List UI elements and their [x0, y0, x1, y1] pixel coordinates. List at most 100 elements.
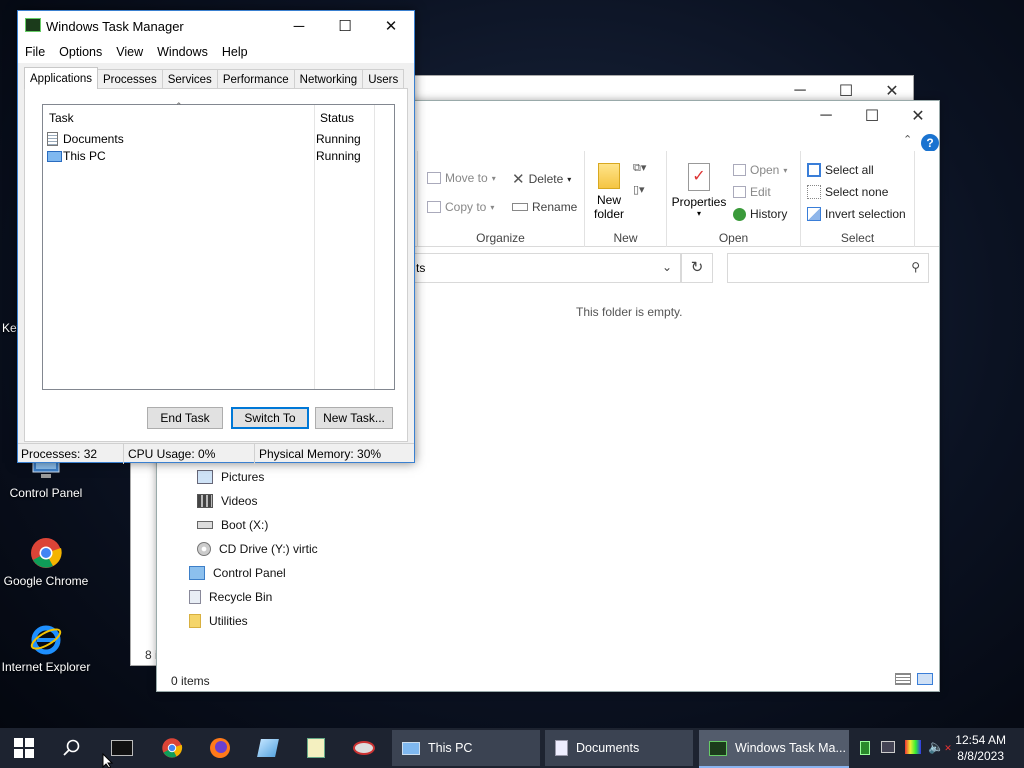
- invert-selection-button[interactable]: Invert selection: [807, 207, 906, 221]
- desktop-icon-label: Control Panel: [9, 486, 83, 500]
- new-item-icon[interactable]: ⧉▾: [633, 161, 655, 177]
- large-icons-view-icon[interactable]: [917, 673, 933, 685]
- minimize-button[interactable]: ─: [276, 11, 322, 41]
- menu-view[interactable]: View: [109, 45, 150, 59]
- tab-applications[interactable]: Applications: [24, 67, 99, 89]
- table-row[interactable]: Documents Running: [47, 131, 387, 147]
- search-icon: ⚲: [911, 260, 920, 274]
- this-pc-icon: [47, 150, 62, 162]
- chevron-down-icon[interactable]: ⌄: [662, 260, 672, 274]
- switch-to-button[interactable]: Switch To: [231, 407, 309, 429]
- applications-panel: ⌃ Task Status Documents Running This PC …: [24, 88, 408, 442]
- tab-processes[interactable]: Processes: [97, 69, 163, 89]
- rename-icon: [512, 203, 528, 211]
- ribbon-group-label: Select: [840, 231, 875, 245]
- ribbon-collapse-icon[interactable]: ⌃: [903, 133, 912, 146]
- delete-button[interactable]: ✕ Delete ▾: [512, 170, 571, 188]
- help-icon[interactable]: ?: [921, 134, 939, 152]
- menu-windows[interactable]: Windows: [150, 45, 215, 59]
- search-input[interactable]: ⚲: [727, 253, 929, 283]
- nav-item-control-panel[interactable]: Control Panel: [189, 566, 286, 580]
- this-pc-icon: [402, 741, 420, 755]
- close-button[interactable]: ✕: [368, 11, 414, 41]
- menu-help[interactable]: Help: [215, 45, 255, 59]
- chevron-down-icon: ▾: [696, 209, 701, 218]
- nav-item-videos[interactable]: Videos: [197, 494, 257, 508]
- system-clock[interactable]: 12:54 AM 8/8/2023: [955, 732, 1006, 764]
- start-button[interactable]: [0, 728, 48, 768]
- nav-item-recycle-bin[interactable]: Recycle Bin: [189, 590, 272, 604]
- taskbar-spreadsheet-icon[interactable]: [292, 728, 340, 768]
- menu-options[interactable]: Options: [52, 45, 109, 59]
- task-list[interactable]: ⌃ Task Status Documents Running This PC …: [42, 101, 395, 390]
- move-to-button[interactable]: Move to ▾: [427, 171, 496, 185]
- task-manager-icon: [709, 740, 727, 756]
- recycle-bin-icon: [189, 590, 201, 604]
- network-icon[interactable]: [881, 741, 895, 753]
- desktop-icon-internet-explorer[interactable]: Internet Explorer: [0, 622, 92, 674]
- color-app-icon[interactable]: [905, 740, 921, 754]
- maximize-button[interactable]: ☐: [849, 101, 895, 131]
- history-button[interactable]: History: [733, 207, 787, 221]
- edit-button[interactable]: Edit: [733, 185, 771, 199]
- tab-services[interactable]: Services: [161, 69, 218, 89]
- tray-app-icon[interactable]: [860, 741, 870, 755]
- ribbon-group-select: Select all Select none Invert selection …: [801, 151, 915, 247]
- new-folder-button[interactable]: New folder: [591, 163, 627, 221]
- task-status: Running: [316, 132, 361, 146]
- table-row[interactable]: This PC Running: [47, 148, 387, 164]
- select-all-button[interactable]: Select all: [807, 163, 874, 177]
- taskbar-notepad-icon[interactable]: [244, 728, 292, 768]
- select-none-button[interactable]: Select none: [807, 185, 888, 199]
- open-button[interactable]: Open ▾: [733, 163, 787, 177]
- details-view-icon[interactable]: [895, 673, 911, 685]
- close-button[interactable]: ✕: [895, 101, 941, 131]
- easy-access-icon[interactable]: ▯▾: [633, 183, 655, 199]
- status-bar-items: 0 items: [171, 674, 210, 688]
- cd-drive-icon: [197, 542, 211, 556]
- nav-item-boot-drive[interactable]: Boot (X:): [197, 518, 268, 532]
- task-manager-window[interactable]: Windows Task Manager ─ ☐ ✕ File Options …: [17, 10, 415, 464]
- open-icon: [733, 164, 746, 176]
- nav-item-pictures[interactable]: Pictures: [197, 470, 264, 484]
- ribbon-group-new: New folder ⧉▾ ▯▾ New: [585, 151, 667, 247]
- taskbar: This PC Documents Windows Task Ma... 🔈✕ …: [0, 728, 1024, 768]
- volume-muted-icon[interactable]: 🔈✕: [928, 739, 952, 755]
- menu-file[interactable]: File: [18, 45, 52, 59]
- desktop-icon-google-chrome[interactable]: Google Chrome: [0, 536, 92, 588]
- physical-memory: Physical Memory: 30%: [259, 446, 382, 461]
- taskbar-window-task-manager[interactable]: Windows Task Ma...: [699, 730, 849, 768]
- taskbar-firefox-icon[interactable]: [196, 728, 244, 768]
- chevron-down-icon: ▾: [783, 165, 788, 175]
- maximize-button[interactable]: ☐: [322, 11, 368, 41]
- properties-button[interactable]: ✓ Properties ▾: [671, 163, 727, 218]
- refresh-button[interactable]: ↻: [681, 253, 713, 283]
- copy-to-icon: [427, 201, 441, 213]
- tab-performance[interactable]: Performance: [216, 69, 295, 89]
- sort-arrow-icon: ⌃: [175, 101, 183, 111]
- new-task-button[interactable]: New Task...: [315, 407, 393, 429]
- tab-networking[interactable]: Networking: [293, 69, 364, 89]
- tab-users[interactable]: Users: [362, 69, 405, 89]
- end-task-button[interactable]: End Task: [147, 407, 223, 429]
- rename-button[interactable]: Rename: [512, 200, 577, 214]
- column-header-task[interactable]: Task: [49, 111, 74, 125]
- nav-item-cd-drive[interactable]: CD Drive (Y:) virtic: [197, 542, 318, 556]
- taskbar-paint-icon[interactable]: [340, 728, 388, 768]
- internet-explorer-icon: [29, 622, 63, 656]
- taskbar-window-this-pc[interactable]: This PC: [392, 730, 540, 766]
- taskbar-chrome-icon[interactable]: [148, 728, 196, 768]
- windows-logo-icon: [14, 738, 34, 758]
- nav-item-utilities[interactable]: Utilities: [189, 614, 248, 628]
- search-button[interactable]: [48, 728, 96, 768]
- ribbon-group-open: ✓ Properties ▾ Open ▾ Edit History Open: [667, 151, 801, 247]
- menu-bar: File Options View Windows Help: [18, 41, 414, 63]
- edit-icon: [733, 186, 746, 198]
- desktop-icon-label: Internet Explorer: [1, 660, 91, 674]
- control-panel-icon: [189, 566, 205, 580]
- minimize-button[interactable]: ─: [803, 101, 849, 131]
- taskbar-window-documents[interactable]: Documents: [545, 730, 693, 766]
- column-header-status[interactable]: Status: [320, 111, 354, 125]
- copy-to-button[interactable]: Copy to ▾: [427, 200, 494, 214]
- address-bar[interactable]: ts ⌄: [407, 253, 681, 283]
